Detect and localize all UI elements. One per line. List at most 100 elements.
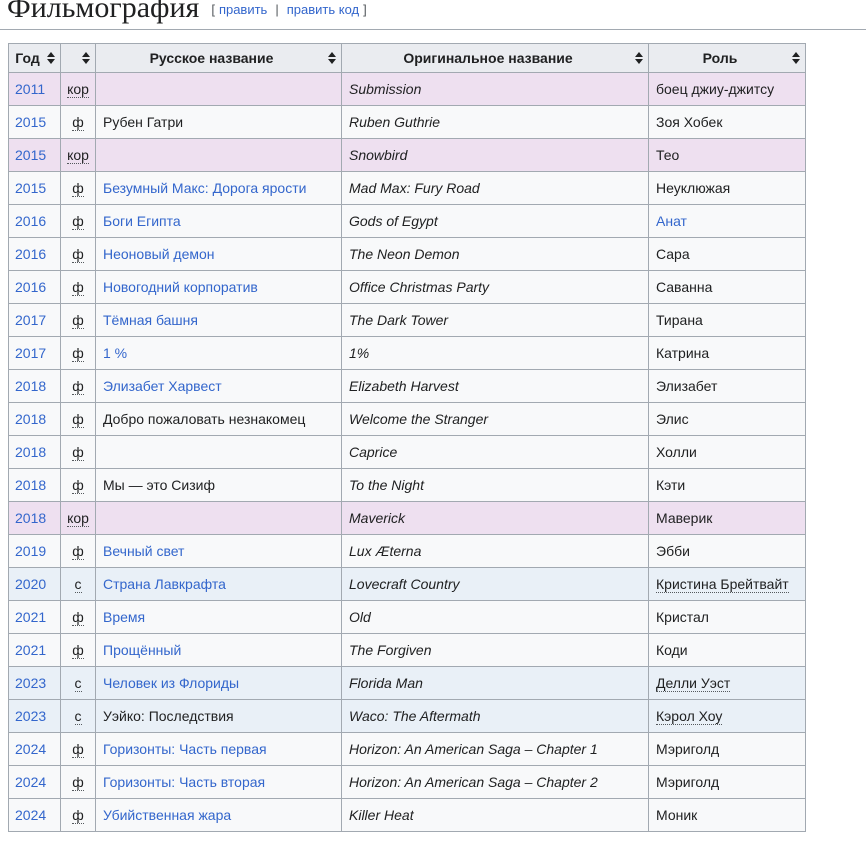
russian-title-link[interactable]: Страна Лавкрафта — [103, 576, 226, 592]
original-title: The Neon Demon — [349, 246, 460, 262]
film-type-cell: ф — [60, 237, 96, 271]
col-header-year[interactable]: Год — [8, 43, 61, 73]
year-link[interactable]: 2024 — [15, 807, 46, 823]
year-link[interactable]: 2023 — [15, 708, 46, 724]
year-cell: 2023 — [8, 699, 61, 733]
role-text: Тео — [656, 147, 680, 163]
year-cell: 2024 — [8, 732, 61, 766]
russian-title-link[interactable]: Безумный Макс: Дорога ярости — [103, 180, 306, 196]
original-title-cell: Gods of Egypt — [341, 204, 649, 238]
role-text: Зоя Хобек — [656, 114, 723, 130]
original-title-cell: Ruben Guthrie — [341, 105, 649, 139]
film-type-abbr: с — [74, 675, 82, 692]
role-text: Элизабет — [656, 378, 718, 394]
role-text: Маверик — [656, 510, 713, 526]
year-link[interactable]: 2016 — [15, 279, 46, 295]
year-link[interactable]: 2023 — [15, 675, 46, 691]
year-link[interactable]: 2016 — [15, 246, 46, 262]
table-row: 2015 кор Snowbird Тео — [8, 138, 806, 172]
film-type-cell: ф — [60, 732, 96, 766]
edit-link[interactable]: править — [219, 2, 267, 17]
table-row: 2017 ф Тёмная башня The Dark Tower Тирана — [8, 303, 806, 337]
table-row: 2021 ф Время Old Кристал — [8, 600, 806, 634]
year-cell: 2024 — [8, 798, 61, 832]
table-row: 2023 с Уэйко: Последствия Waco: The Afterma… — [8, 699, 806, 733]
year-link[interactable]: 2021 — [15, 642, 46, 658]
year-link[interactable]: 2024 — [15, 741, 46, 757]
year-link[interactable]: 2018 — [15, 510, 46, 526]
year-link[interactable]: 2021 — [15, 609, 46, 625]
year-link[interactable]: 2015 — [15, 180, 46, 196]
russian-title-cell — [95, 72, 342, 106]
year-cell: 2016 — [8, 237, 61, 271]
col-header-role[interactable]: Роль — [648, 43, 806, 73]
year-link[interactable]: 2015 — [15, 147, 46, 163]
section-heading: Фильмография [править | править код] — [0, 0, 866, 30]
table-row: 2017 ф 1 % 1% Катрина — [8, 336, 806, 370]
col-header-type[interactable] — [60, 43, 96, 73]
role-cell: боец джиу-джитсу — [648, 72, 806, 106]
col-header-russian-title[interactable]: Русское название — [95, 43, 342, 73]
year-cell: 2016 — [8, 204, 61, 238]
sort-arrows-icon — [47, 52, 55, 64]
col-header-original-title[interactable]: Оригинальное название — [341, 43, 649, 73]
original-title: Submission — [349, 81, 422, 97]
edit-code-link[interactable]: править код — [287, 2, 359, 17]
sort-arrows-icon — [328, 52, 336, 64]
sort-down-arrow — [792, 59, 800, 64]
year-link[interactable]: 2018 — [15, 444, 46, 460]
original-title-cell: Horizon: An American Saga – Chapter 1 — [341, 732, 649, 766]
col-header-label: Русское название — [149, 50, 274, 66]
film-type-abbr: ф — [72, 411, 84, 428]
russian-title-link[interactable]: Тёмная башня — [103, 312, 198, 328]
russian-title-link[interactable]: Время — [103, 609, 145, 625]
year-link[interactable]: 2017 — [15, 345, 46, 361]
original-title-cell: The Forgiven — [341, 633, 649, 667]
year-link[interactable]: 2011 — [15, 81, 45, 97]
year-link[interactable]: 2024 — [15, 774, 46, 790]
film-type-cell: с — [60, 666, 96, 700]
russian-title-cell: Добро пожаловать незнакомец — [95, 402, 342, 436]
filmography-body: 2011 кор Submission боец джиу-джитсу 2015 ф Ру… — [8, 72, 806, 832]
table-row: 2016 ф Неоновый демон The Neon Demon Сара — [8, 237, 806, 271]
russian-title-link[interactable]: 1 % — [103, 345, 127, 361]
filmography-head: Год Русское название Оригинальное название… — [8, 43, 806, 73]
year-link[interactable]: 2015 — [15, 114, 46, 130]
role-text: Моник — [656, 807, 698, 823]
russian-title-link[interactable]: Убийственная жара — [103, 807, 231, 823]
role-link[interactable]: Анат — [656, 213, 687, 229]
year-link[interactable]: 2018 — [15, 477, 46, 493]
year-link[interactable]: 2016 — [15, 213, 46, 229]
russian-title-link[interactable]: Элизабет Харвест — [103, 378, 222, 394]
film-type-abbr: ф — [72, 345, 84, 362]
sort-up-arrow — [47, 52, 55, 57]
role-text: боец джиу-джитсу — [656, 81, 775, 97]
role-text: Сара — [656, 246, 690, 262]
russian-title-link[interactable]: Боги Египта — [103, 213, 181, 229]
year-link[interactable]: 2018 — [15, 411, 46, 427]
year-link[interactable]: 2017 — [15, 312, 46, 328]
original-title: 1% — [349, 345, 370, 361]
role-cell: Эбби — [648, 534, 806, 568]
russian-title-cell: Боги Египта — [95, 204, 342, 238]
year-link[interactable]: 2018 — [15, 378, 46, 394]
sort-arrows-icon — [635, 52, 643, 64]
year-link[interactable]: 2019 — [15, 543, 46, 559]
edit-bracket-close: ] — [363, 2, 367, 17]
russian-title-link[interactable]: Вечный свет — [103, 543, 184, 559]
year-link[interactable]: 2020 — [15, 576, 46, 592]
russian-title-link[interactable]: Горизонты: Часть вторая — [103, 774, 265, 790]
russian-title-link[interactable]: Человек из Флориды — [103, 675, 239, 691]
original-title-cell: The Dark Tower — [341, 303, 649, 337]
original-title: Ruben Guthrie — [349, 114, 441, 130]
year-cell: 2018 — [8, 435, 61, 469]
header-row: Год Русское название Оригинальное название… — [8, 43, 806, 73]
russian-title-link[interactable]: Прощённый — [103, 642, 181, 658]
film-type-cell: ф — [60, 798, 96, 832]
film-type-abbr: ф — [72, 378, 84, 395]
film-type-cell: ф — [60, 600, 96, 634]
russian-title-link[interactable]: Горизонты: Часть первая — [103, 741, 267, 757]
russian-title-link[interactable]: Новогодний корпоратив — [103, 279, 258, 295]
russian-title-link[interactable]: Неоновый демон — [103, 246, 215, 262]
role-cell: Сара — [648, 237, 806, 271]
